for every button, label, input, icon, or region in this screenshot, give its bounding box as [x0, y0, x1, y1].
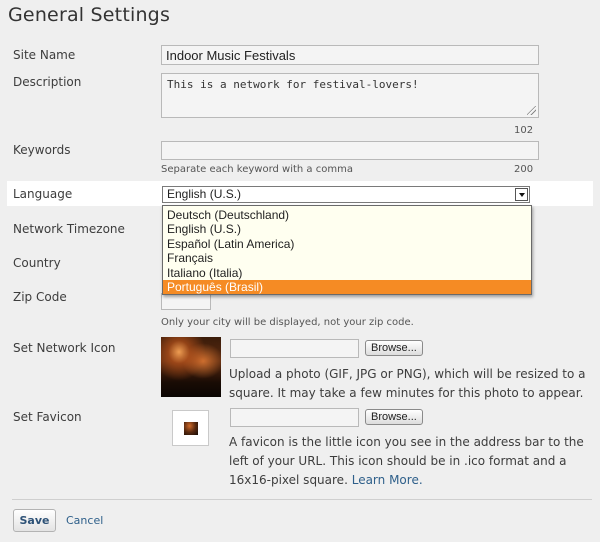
zip-code-help: Only your city will be displayed, not yo… — [161, 317, 414, 328]
language-label: Language — [13, 187, 73, 201]
language-select[interactable]: English (U.S.) — [162, 186, 530, 203]
description-textarea[interactable]: This is a network for festival-lovers! — [161, 73, 539, 118]
chevron-down-icon[interactable] — [515, 188, 528, 201]
favicon-label: Set Favicon — [13, 410, 82, 424]
description-text: This is a network for festival-lovers! — [167, 78, 419, 91]
favicon-browse-button[interactable]: Browse... — [365, 409, 423, 425]
language-option[interactable]: Español (Latin America) — [163, 237, 531, 251]
network-icon-label: Set Network Icon — [13, 341, 116, 355]
footer-divider — [12, 499, 592, 500]
resize-grip-icon[interactable] — [527, 106, 536, 115]
zip-code-label: Zip Code — [13, 290, 67, 304]
learn-more-link[interactable]: Learn More. — [352, 473, 423, 487]
description-label: Description — [13, 75, 82, 89]
keywords-label: Keywords — [13, 143, 71, 157]
description-char-count: 102 — [514, 125, 534, 136]
language-option[interactable]: Français — [163, 251, 531, 265]
network-icon-browse-button[interactable]: Browse... — [365, 340, 423, 356]
language-option[interactable]: Deutsch (Deutschland) — [163, 208, 531, 222]
keywords-help: Separate each keyword with a comma — [161, 164, 353, 175]
save-button[interactable]: Save — [13, 509, 56, 532]
language-option[interactable]: English (U.S.) — [163, 222, 531, 236]
cancel-link[interactable]: Cancel — [66, 514, 103, 527]
keywords-char-count: 200 — [514, 164, 534, 175]
country-label: Country — [13, 256, 61, 270]
language-option[interactable]: Italiano (Italia) — [163, 266, 531, 280]
favicon-file-input[interactable] — [230, 408, 359, 427]
favicon-preview — [172, 410, 209, 446]
keywords-input[interactable] — [161, 141, 539, 160]
site-name-input[interactable] — [161, 45, 539, 65]
network-icon-image — [161, 337, 221, 397]
language-selected-value: English (U.S.) — [167, 187, 242, 201]
zip-code-input[interactable] — [161, 293, 211, 310]
network-icon-file-input[interactable] — [230, 339, 359, 358]
site-name-label: Site Name — [13, 48, 76, 62]
favicon-help: A favicon is the little icon you see in … — [229, 433, 595, 490]
language-dropdown-list: Deutsch (Deutschland) English (U.S.) Esp… — [162, 205, 532, 295]
language-option-highlighted[interactable]: Português (Brasil) — [163, 279, 531, 295]
network-icon-help: Upload a photo (GIF, JPG or PNG), which … — [229, 367, 586, 400]
favicon-image — [184, 422, 198, 435]
page-title: General Settings — [8, 4, 171, 26]
timezone-label: Network Timezone — [13, 222, 125, 236]
